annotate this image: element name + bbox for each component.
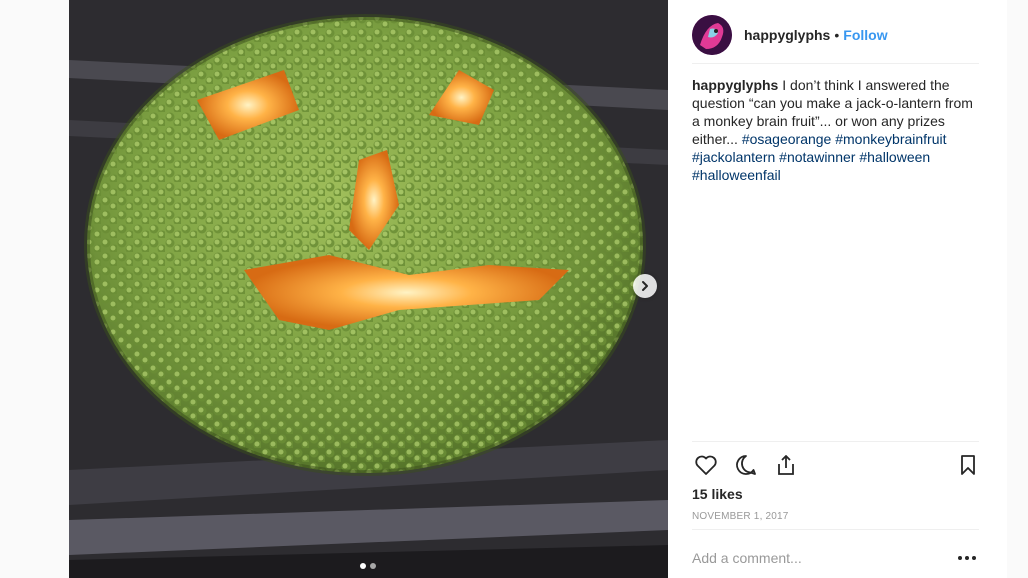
post-header: happyglyphs • Follow — [692, 6, 979, 64]
bookmark-icon — [961, 455, 975, 475]
chevron-right-icon — [642, 281, 648, 291]
carousel-dot-active — [360, 563, 366, 569]
share-button[interactable] — [772, 451, 800, 479]
save-button[interactable] — [954, 451, 982, 479]
avatar-image — [692, 14, 732, 55]
hashtag-link[interactable]: #halloweenfail — [692, 167, 781, 183]
follow-button[interactable]: Follow — [843, 27, 887, 43]
hashtag-link[interactable]: #notawinner — [779, 149, 855, 165]
more-options-icon — [958, 556, 962, 560]
carousel-dot — [370, 563, 376, 569]
carousel-next-button[interactable] — [633, 274, 657, 298]
carousel-indicator — [360, 563, 376, 569]
post-photo — [69, 0, 668, 578]
post-actions — [692, 450, 982, 480]
hashtag-link[interactable]: #jackolantern — [692, 149, 775, 165]
post-media[interactable] — [69, 0, 668, 578]
share-icon — [778, 455, 794, 475]
avatar[interactable] — [692, 14, 732, 55]
post-caption: happyglyphs I don’t think I answered the… — [692, 76, 982, 184]
post-side-panel: happyglyphs • Follow happyglyphs I don’t… — [668, 0, 1007, 578]
likes-count[interactable]: 15 likes — [692, 486, 743, 502]
comment-input[interactable] — [692, 550, 955, 566]
comment-button[interactable] — [732, 451, 760, 479]
like-button[interactable] — [692, 451, 720, 479]
hashtag-link[interactable]: #monkeybrainfruit — [835, 131, 946, 147]
comment-bubble-icon — [736, 455, 756, 475]
caption-username[interactable]: happyglyphs — [692, 77, 778, 93]
hashtag-link[interactable]: #halloween — [859, 149, 930, 165]
heart-icon — [695, 455, 717, 475]
post-date: NOVEMBER 1, 2017 — [692, 511, 789, 522]
comment-divider — [692, 529, 979, 530]
actions-divider — [692, 441, 979, 442]
username-link[interactable]: happyglyphs — [744, 27, 830, 43]
more-options-button[interactable] — [955, 546, 979, 570]
comment-form — [692, 546, 979, 570]
header-separator: • — [834, 26, 840, 43]
hashtag-link[interactable]: #osageorange — [742, 131, 832, 147]
